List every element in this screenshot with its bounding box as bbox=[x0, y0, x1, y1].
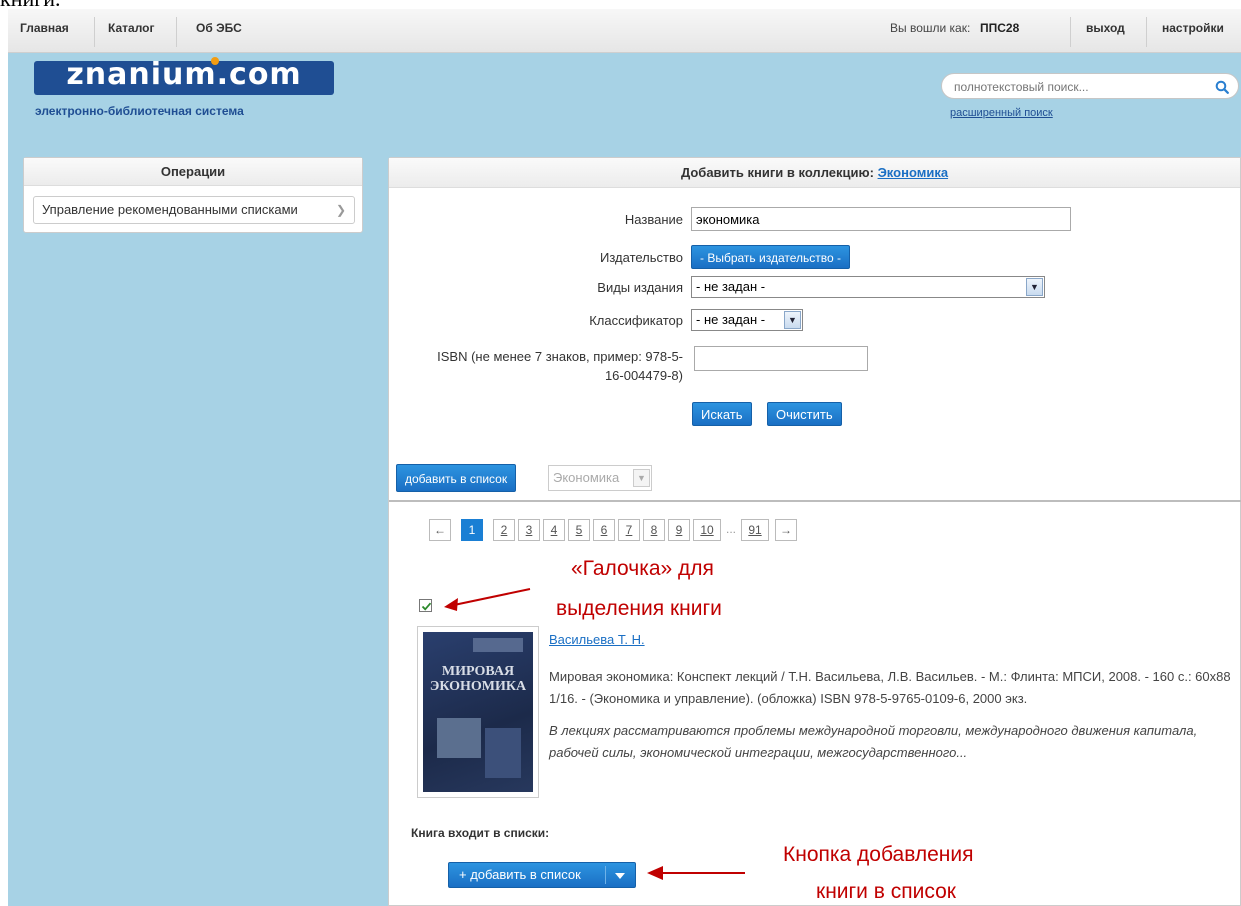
annotation-arrow-button bbox=[647, 866, 745, 880]
page-prev[interactable]: ← bbox=[429, 519, 451, 541]
cover-author-strip bbox=[473, 638, 523, 652]
classifier-label: Классификатор bbox=[589, 313, 683, 328]
isbn-label-line2: 16-004479-8) bbox=[604, 368, 683, 383]
panel-title-prefix: Добавить книги в коллекцию: bbox=[680, 165, 874, 180]
annotation-button-line2: книги в список bbox=[816, 880, 956, 903]
book-description: Мировая экономика: Конспект лекций / Т.Н… bbox=[549, 669, 1231, 706]
collection-link[interactable]: Экономика bbox=[878, 165, 949, 180]
chevron-down-icon: ▼ bbox=[784, 311, 801, 329]
book-cover[interactable]: МИРОВАЯ ЭКОНОМИКА bbox=[417, 626, 539, 798]
page-6[interactable]: 6 bbox=[593, 519, 615, 541]
classifier-value: - не задан - bbox=[696, 312, 766, 327]
annotation-button-line1: Кнопка добавления bbox=[783, 843, 974, 866]
clipped-heading: книги. bbox=[0, 0, 1241, 8]
book-author-link[interactable]: Васильева Т. Н. bbox=[549, 632, 645, 647]
button-divider bbox=[605, 866, 606, 884]
edition-type-label: Виды издания bbox=[597, 280, 683, 295]
fulltext-search-box bbox=[941, 73, 1239, 99]
isbn-field[interactable] bbox=[694, 346, 868, 371]
chevron-down-icon: ▼ bbox=[1026, 278, 1043, 296]
nav-divider bbox=[94, 17, 95, 47]
chevron-right-icon: ❯ bbox=[335, 203, 346, 217]
page-7[interactable]: 7 bbox=[618, 519, 640, 541]
operations-title: Операции bbox=[24, 158, 362, 186]
chevron-down-icon: ▼ bbox=[633, 469, 650, 487]
nav-home[interactable]: Главная bbox=[10, 9, 79, 53]
nav-divider bbox=[1070, 17, 1071, 47]
name-field[interactable] bbox=[691, 207, 1071, 231]
top-navigation: Главная Каталог Об ЭБС Вы вошли как: ППС… bbox=[8, 9, 1241, 53]
page-9[interactable]: 9 bbox=[668, 519, 690, 541]
list-select-value: Экономика bbox=[553, 470, 620, 485]
page-4[interactable]: 4 bbox=[543, 519, 565, 541]
publisher-label: Издательство bbox=[600, 250, 683, 265]
page-5[interactable]: 5 bbox=[568, 519, 590, 541]
add-book-to-list-button[interactable]: + добавить в список bbox=[448, 862, 636, 888]
settings-link[interactable]: настройки bbox=[1152, 9, 1234, 53]
book-cover-image: МИРОВАЯ ЭКОНОМИКА bbox=[423, 632, 533, 792]
cover-photo bbox=[485, 728, 521, 778]
clear-button[interactable]: Очистить bbox=[767, 402, 842, 426]
classifier-select[interactable]: - не задан - ▼ bbox=[691, 309, 803, 331]
name-label: Название bbox=[624, 212, 683, 227]
nav-about[interactable]: Об ЭБС bbox=[186, 9, 252, 53]
annotation-arrow-checkbox bbox=[444, 588, 531, 611]
fulltext-search-input[interactable] bbox=[954, 78, 1194, 96]
sidebar-item-recommended-lists[interactable]: Управление рекомендованными списками ❯ bbox=[33, 196, 355, 224]
logo-tagline: электронно-библиотечная система bbox=[35, 104, 244, 118]
add-to-list-button[interactable]: добавить в список bbox=[396, 464, 517, 492]
page-1[interactable]: 1 bbox=[461, 519, 483, 541]
page-8[interactable]: 8 bbox=[643, 519, 665, 541]
logged-in-label: Вы вошли как: bbox=[890, 21, 971, 35]
search-button[interactable]: Искать bbox=[692, 402, 752, 426]
list-select[interactable]: Экономика ▼ bbox=[548, 465, 652, 491]
annotation-checkbox-line1: «Галочка» для bbox=[571, 557, 714, 580]
site-header: znanium.com электронно-библиотечная сист… bbox=[8, 53, 1241, 143]
in-lists-label: Книга входит в списки: bbox=[411, 826, 550, 840]
username: ППС28 bbox=[980, 21, 1020, 35]
choose-publisher-button[interactable]: - Выбрать издательство - bbox=[691, 245, 850, 269]
operations-panel: Операции Управление рекомендованными спи… bbox=[23, 157, 363, 233]
logo-text: znanium.com bbox=[66, 57, 302, 92]
sidebar-item-label: Управление рекомендованными списками bbox=[42, 202, 298, 217]
page-next[interactable]: → bbox=[775, 519, 797, 541]
logo-dot bbox=[211, 57, 219, 65]
section-divider bbox=[389, 500, 1241, 502]
advanced-search-link[interactable]: расширенный поиск bbox=[950, 107, 1053, 119]
nav-divider bbox=[176, 17, 177, 47]
annotation-checkbox-line2: выделения книги bbox=[556, 597, 722, 620]
isbn-label-line1: ISBN (не менее 7 знаков, пример: 978-5- bbox=[437, 349, 683, 364]
cover-title: МИРОВАЯ ЭКОНОМИКА bbox=[429, 664, 527, 694]
checkmark-icon bbox=[421, 602, 432, 611]
search-icon[interactable] bbox=[1215, 80, 1229, 94]
cover-photo bbox=[437, 718, 481, 758]
page-2[interactable]: 2 bbox=[493, 519, 515, 541]
page-3[interactable]: 3 bbox=[518, 519, 540, 541]
add-book-to-list-label: + добавить в список bbox=[459, 867, 581, 882]
panel-title: Добавить книги в коллекцию: Экономика bbox=[389, 158, 1240, 188]
book-select-checkbox[interactable] bbox=[419, 599, 432, 612]
site-logo[interactable]: znanium.com bbox=[34, 57, 334, 95]
edition-type-value: - не задан - bbox=[696, 279, 766, 294]
nav-catalog[interactable]: Каталог bbox=[98, 9, 165, 53]
nav-divider bbox=[1146, 17, 1147, 47]
book-abstract: В лекциях рассматриваются проблемы между… bbox=[549, 723, 1198, 760]
page-10[interactable]: 10 bbox=[693, 519, 721, 541]
page-last[interactable]: 91 bbox=[741, 519, 769, 541]
edition-type-select[interactable]: - не задан - ▼ bbox=[691, 276, 1045, 298]
add-books-panel: Добавить книги в коллекцию: Экономика На… bbox=[388, 157, 1241, 906]
page-ellipsis: ... bbox=[724, 519, 738, 541]
isbn-label: ISBN (не менее 7 знаков, пример: 978-5- … bbox=[401, 347, 683, 385]
caret-down-icon[interactable] bbox=[615, 873, 625, 879]
logout-link[interactable]: выход bbox=[1076, 9, 1135, 53]
